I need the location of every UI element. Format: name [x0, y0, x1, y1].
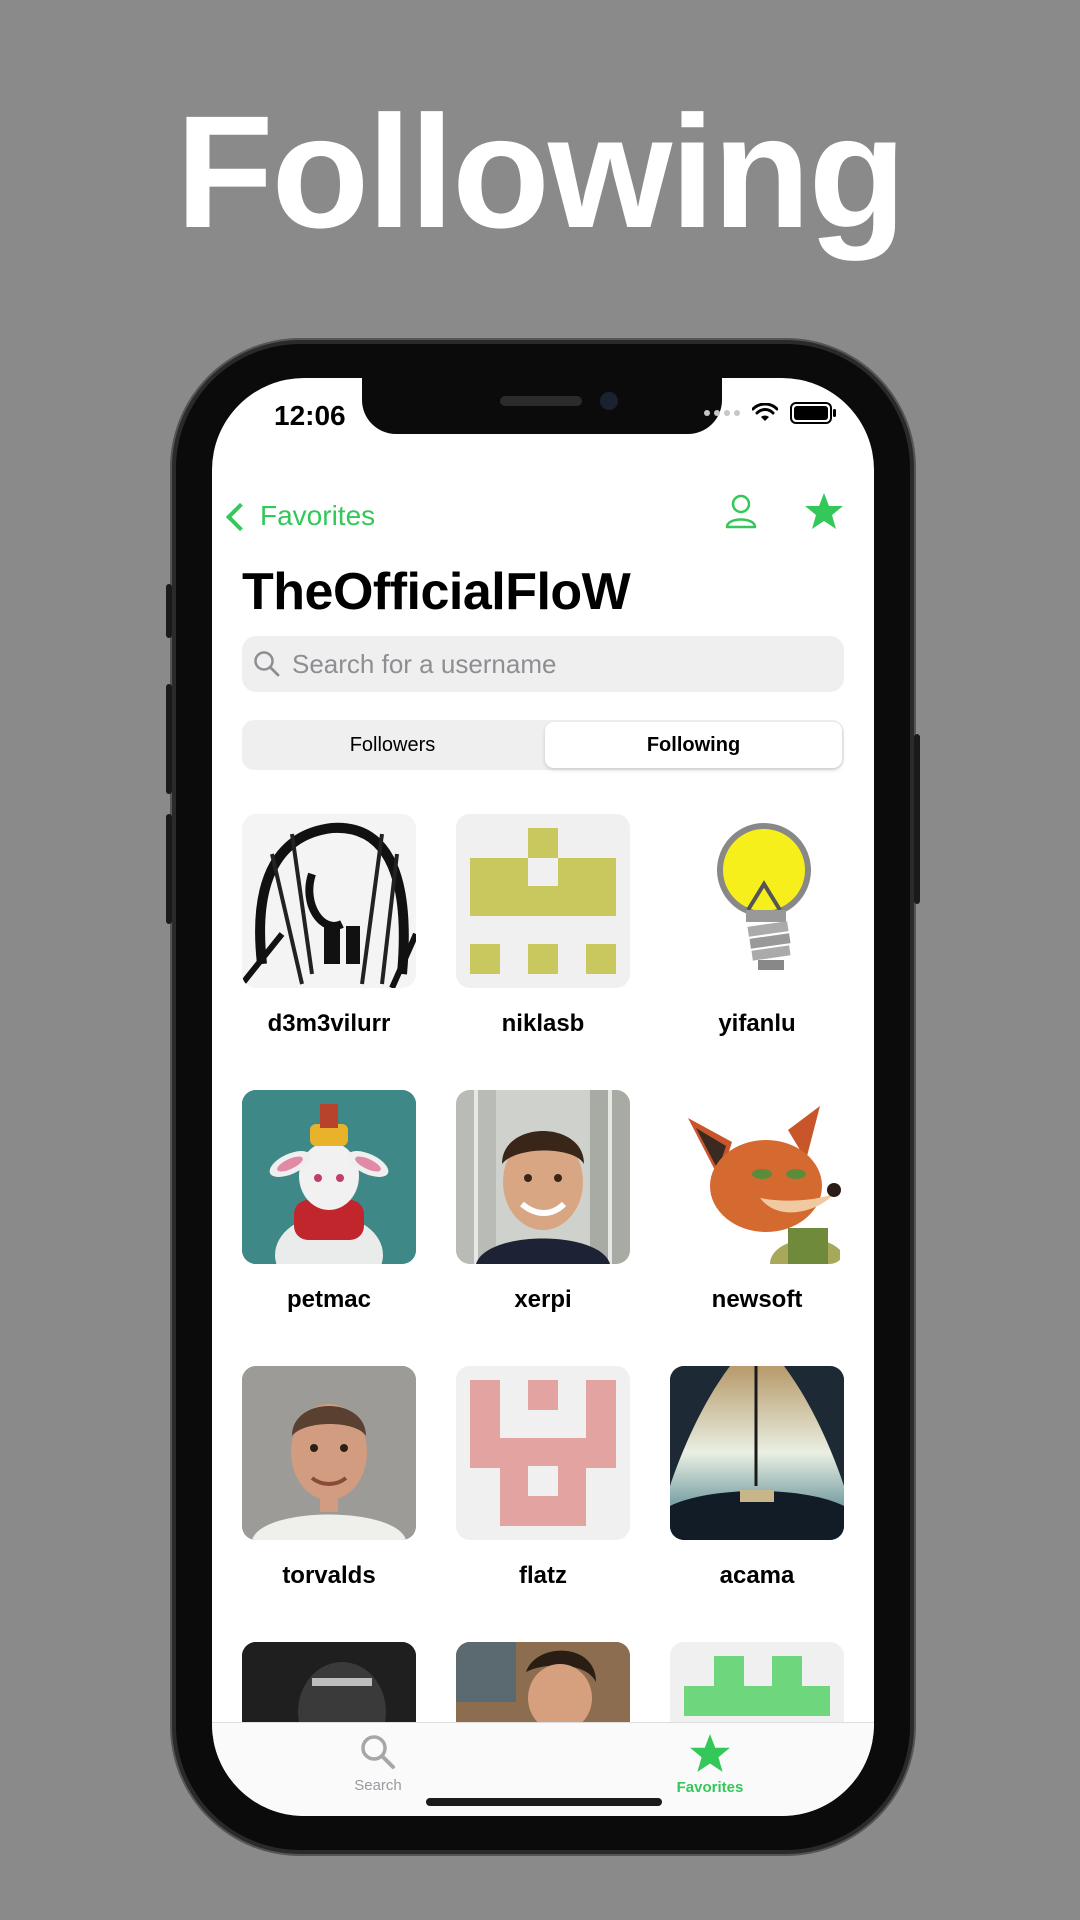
page-title: TheOfficialFloW — [242, 563, 631, 621]
search-bar — [242, 636, 844, 692]
avatar — [456, 1366, 630, 1540]
avatar — [456, 814, 630, 988]
volume-up-button — [166, 684, 172, 794]
segment-followers[interactable]: Followers — [244, 722, 541, 768]
username-label: yifanlu — [718, 1010, 796, 1037]
app-screen: 12:06 Favorites TheOfficialFloW Search f… — [212, 378, 874, 1816]
username-label: flatz — [519, 1562, 567, 1589]
user-cell[interactable] — [456, 1642, 630, 1722]
avatar — [242, 1366, 416, 1540]
user-cell[interactable]: niklasb — [456, 814, 630, 1038]
front-camera — [600, 392, 618, 410]
username-label: torvalds — [282, 1562, 376, 1589]
user-cell[interactable]: torvalds — [242, 1366, 416, 1590]
username-label: acama — [719, 1562, 795, 1589]
signal-icon — [704, 410, 740, 416]
user-cell[interactable]: yifanlu — [670, 814, 844, 1038]
cockpit-image — [670, 1366, 844, 1540]
identicon-olive-image — [456, 814, 630, 988]
avatar — [456, 1642, 630, 1722]
back-label: Favorites — [260, 500, 376, 531]
identicon-pink-image — [456, 1366, 630, 1540]
hero-title: Following — [175, 82, 906, 261]
fox-image — [670, 1090, 844, 1264]
status-indicators — [704, 402, 836, 424]
battery-icon — [790, 402, 836, 424]
username-label: d3m3vilurr — [267, 1010, 391, 1037]
person-icon[interactable] — [724, 493, 758, 529]
avatar — [670, 1366, 844, 1540]
avatar — [242, 814, 416, 988]
power-button — [914, 734, 920, 904]
segment-following[interactable]: Following — [545, 722, 842, 768]
bunny-image — [242, 1090, 416, 1264]
back-button[interactable]: Favorites — [225, 500, 376, 532]
avatar — [670, 1090, 844, 1264]
identicon-green-image — [670, 1642, 844, 1722]
search-input[interactable] — [282, 647, 834, 681]
user-cell[interactable]: d3m3vilurr — [242, 814, 416, 1038]
star-icon[interactable] — [804, 492, 844, 530]
chevron-left-icon — [225, 502, 255, 532]
lightbulb-image — [670, 814, 844, 988]
user-cell[interactable] — [670, 1642, 844, 1722]
user-cell[interactable]: flatz — [456, 1366, 630, 1590]
mute-switch — [166, 584, 172, 638]
tab-search-label: Search — [354, 1777, 402, 1794]
segmented-control: Followers Following — [242, 720, 844, 770]
avatar — [670, 814, 844, 988]
tab-favorites[interactable]: Favorites — [650, 1733, 770, 1796]
nav-actions — [724, 492, 844, 530]
username-label: niklasb — [501, 1010, 585, 1037]
avatar — [242, 1642, 416, 1722]
avatar — [456, 1090, 630, 1264]
user-cell[interactable]: newsoft — [670, 1090, 844, 1314]
notch — [362, 378, 722, 434]
dark-photo-image — [242, 1642, 416, 1722]
boy-photo-image — [456, 1090, 630, 1264]
star-icon — [690, 1734, 730, 1772]
search-icon — [254, 651, 280, 677]
user-cell[interactable] — [242, 1642, 416, 1722]
user-cell[interactable]: acama — [670, 1366, 844, 1590]
tab-search[interactable]: Search — [318, 1733, 438, 1794]
avatar — [242, 1090, 416, 1264]
home-indicator — [426, 1798, 662, 1806]
volume-down-button — [166, 814, 172, 924]
speaker — [500, 396, 582, 406]
man-photo-image — [242, 1366, 416, 1540]
username-label: xerpi — [514, 1286, 572, 1313]
phone-frame: 12:06 Favorites TheOfficialFloW Search f… — [166, 344, 920, 1850]
user-cell[interactable]: xerpi — [456, 1090, 630, 1314]
wifi-icon — [752, 403, 778, 421]
tab-favorites-label: Favorites — [676, 1779, 744, 1796]
status-time: 12:06 — [274, 400, 346, 431]
sketch-face-image — [242, 814, 416, 988]
search-icon — [361, 1735, 395, 1769]
users-grid: d3m3vilurr niklasb yifanlu petmac xerpi … — [242, 814, 844, 1722]
user-cell[interactable]: petmac — [242, 1090, 416, 1314]
username-label: newsoft — [711, 1286, 803, 1313]
smiling-photo-image — [456, 1642, 630, 1722]
avatar — [670, 1642, 844, 1722]
username-label: petmac — [286, 1286, 372, 1313]
